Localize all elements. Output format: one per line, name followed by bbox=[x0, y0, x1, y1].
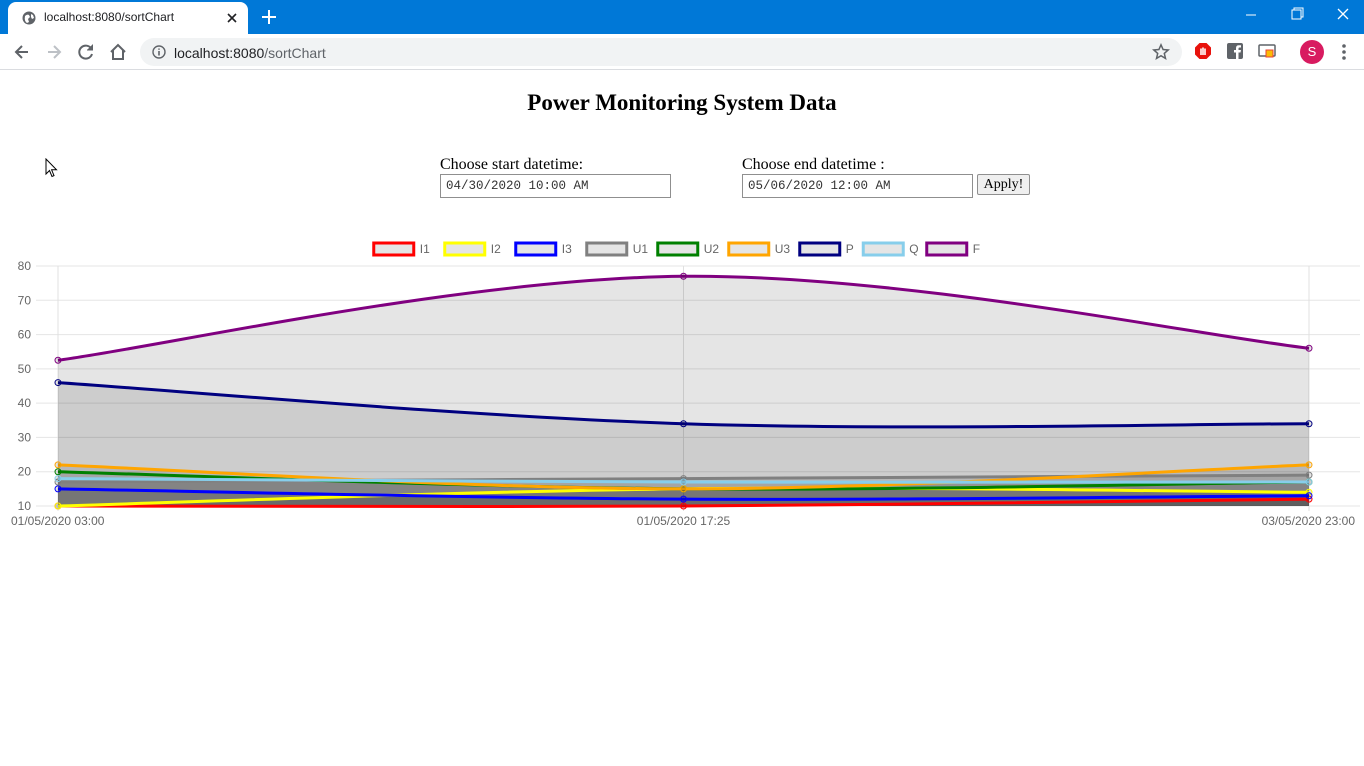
legend-swatch-u3 bbox=[727, 241, 771, 257]
facebook-extension-icon[interactable] bbox=[1226, 42, 1244, 60]
series-u1-point bbox=[1305, 471, 1313, 479]
browser-titlebar: localhost:8080/sortChart bbox=[0, 0, 1364, 34]
url-host: localhost:8080 bbox=[174, 45, 265, 61]
restore-icon[interactable] bbox=[1274, 0, 1320, 30]
x-tick-label: 03/05/2020 23:00 bbox=[1262, 514, 1356, 528]
y-tick-label: 80 bbox=[18, 259, 32, 273]
url-text: localhost:8080/sortChart bbox=[174, 45, 326, 61]
legend-swatch-u1 bbox=[585, 241, 629, 257]
start-datetime-input[interactable] bbox=[440, 174, 671, 198]
info-icon[interactable] bbox=[152, 45, 166, 59]
legend-swatch-u2 bbox=[656, 241, 700, 257]
more-menu-icon[interactable] bbox=[1336, 42, 1352, 62]
legend-label-i1: I1 bbox=[420, 242, 430, 256]
legend-label-u3: U3 bbox=[775, 242, 791, 256]
series-p-point bbox=[680, 420, 687, 428]
mouse-cursor-icon bbox=[45, 158, 58, 178]
series-u2-point bbox=[54, 468, 62, 476]
new-tab-icon[interactable] bbox=[260, 8, 278, 26]
home-icon[interactable] bbox=[108, 42, 128, 62]
series-i3-point bbox=[1305, 492, 1313, 500]
series-u3-point bbox=[54, 461, 62, 469]
y-tick-label: 40 bbox=[18, 396, 32, 410]
legend-swatch-f bbox=[925, 241, 969, 257]
reload-icon[interactable] bbox=[76, 42, 96, 62]
x-tick-label: 01/05/2020 03:00 bbox=[11, 514, 105, 528]
browser-tab[interactable]: localhost:8080/sortChart bbox=[8, 2, 248, 34]
page-title: Power Monitoring System Data bbox=[527, 90, 837, 115]
adblock-extension-icon[interactable] bbox=[1194, 42, 1212, 60]
legend-label-p: P bbox=[846, 242, 854, 256]
legend-swatch-i2 bbox=[443, 241, 487, 257]
legend-label-u1: U1 bbox=[633, 242, 649, 256]
bookmark-star-icon[interactable] bbox=[1152, 43, 1170, 61]
series-i3-point bbox=[680, 495, 687, 503]
y-tick-label: 60 bbox=[18, 328, 32, 342]
tab-title: localhost:8080/sortChart bbox=[44, 10, 175, 24]
series-f-area bbox=[58, 276, 1309, 506]
legend-label-f: F bbox=[973, 242, 980, 256]
close-window-icon[interactable] bbox=[1320, 0, 1364, 30]
browser-toolbar: localhost:8080/sortChart bbox=[0, 34, 1364, 70]
profile-avatar[interactable]: S bbox=[1300, 40, 1324, 64]
series-f-point bbox=[680, 272, 687, 280]
back-icon[interactable] bbox=[12, 42, 32, 62]
series-p-point bbox=[1305, 420, 1313, 428]
legend-swatch-i3 bbox=[514, 241, 558, 257]
legend-label-q: Q bbox=[909, 242, 918, 256]
end-datetime-label: Choose end datetime : bbox=[742, 156, 885, 173]
power-line-chart: 10 20 30 40 50 60 70 80 01/05/2020 03:00 01/05/20… bbox=[11, 241, 1360, 528]
series-u3-point bbox=[680, 485, 687, 493]
end-datetime-input[interactable] bbox=[742, 174, 973, 198]
y-tick-label: 50 bbox=[18, 362, 32, 376]
y-tick-label: 70 bbox=[18, 293, 32, 307]
address-bar[interactable]: localhost:8080/sortChart bbox=[140, 38, 1182, 66]
series-i3-point bbox=[54, 485, 62, 493]
series-p-point bbox=[54, 379, 62, 387]
series-q-point bbox=[680, 478, 687, 486]
y-tick-label: 20 bbox=[18, 465, 32, 479]
forward-icon[interactable] bbox=[44, 42, 64, 62]
apply-button[interactable]: Apply! bbox=[977, 174, 1030, 195]
minimize-icon[interactable] bbox=[1228, 0, 1274, 30]
y-tick-label: 10 bbox=[18, 499, 32, 513]
series-i2-point bbox=[54, 502, 62, 510]
legend-label-i3: I3 bbox=[562, 242, 572, 256]
series-q-point bbox=[1305, 478, 1313, 486]
legend-label-u2: U2 bbox=[704, 242, 720, 256]
series-f-point bbox=[1305, 344, 1313, 352]
url-path: /sortChart bbox=[264, 45, 326, 61]
series-i1-point bbox=[680, 502, 687, 510]
series-u3-point bbox=[1305, 461, 1313, 469]
legend-swatch-q bbox=[861, 241, 905, 257]
series-q-point bbox=[54, 475, 62, 483]
globe-icon bbox=[22, 11, 36, 25]
legend-swatch-i1 bbox=[372, 241, 416, 257]
close-tab-icon[interactable] bbox=[224, 10, 240, 26]
x-tick-label: 01/05/2020 17:25 bbox=[637, 514, 731, 528]
start-datetime-label: Choose start datetime: bbox=[440, 156, 584, 173]
y-tick-label: 30 bbox=[18, 430, 32, 444]
cast-extension-icon[interactable] bbox=[1258, 42, 1276, 60]
legend-label-i2: I2 bbox=[491, 242, 501, 256]
legend-swatch-p bbox=[798, 241, 842, 257]
series-f-point bbox=[54, 356, 62, 364]
